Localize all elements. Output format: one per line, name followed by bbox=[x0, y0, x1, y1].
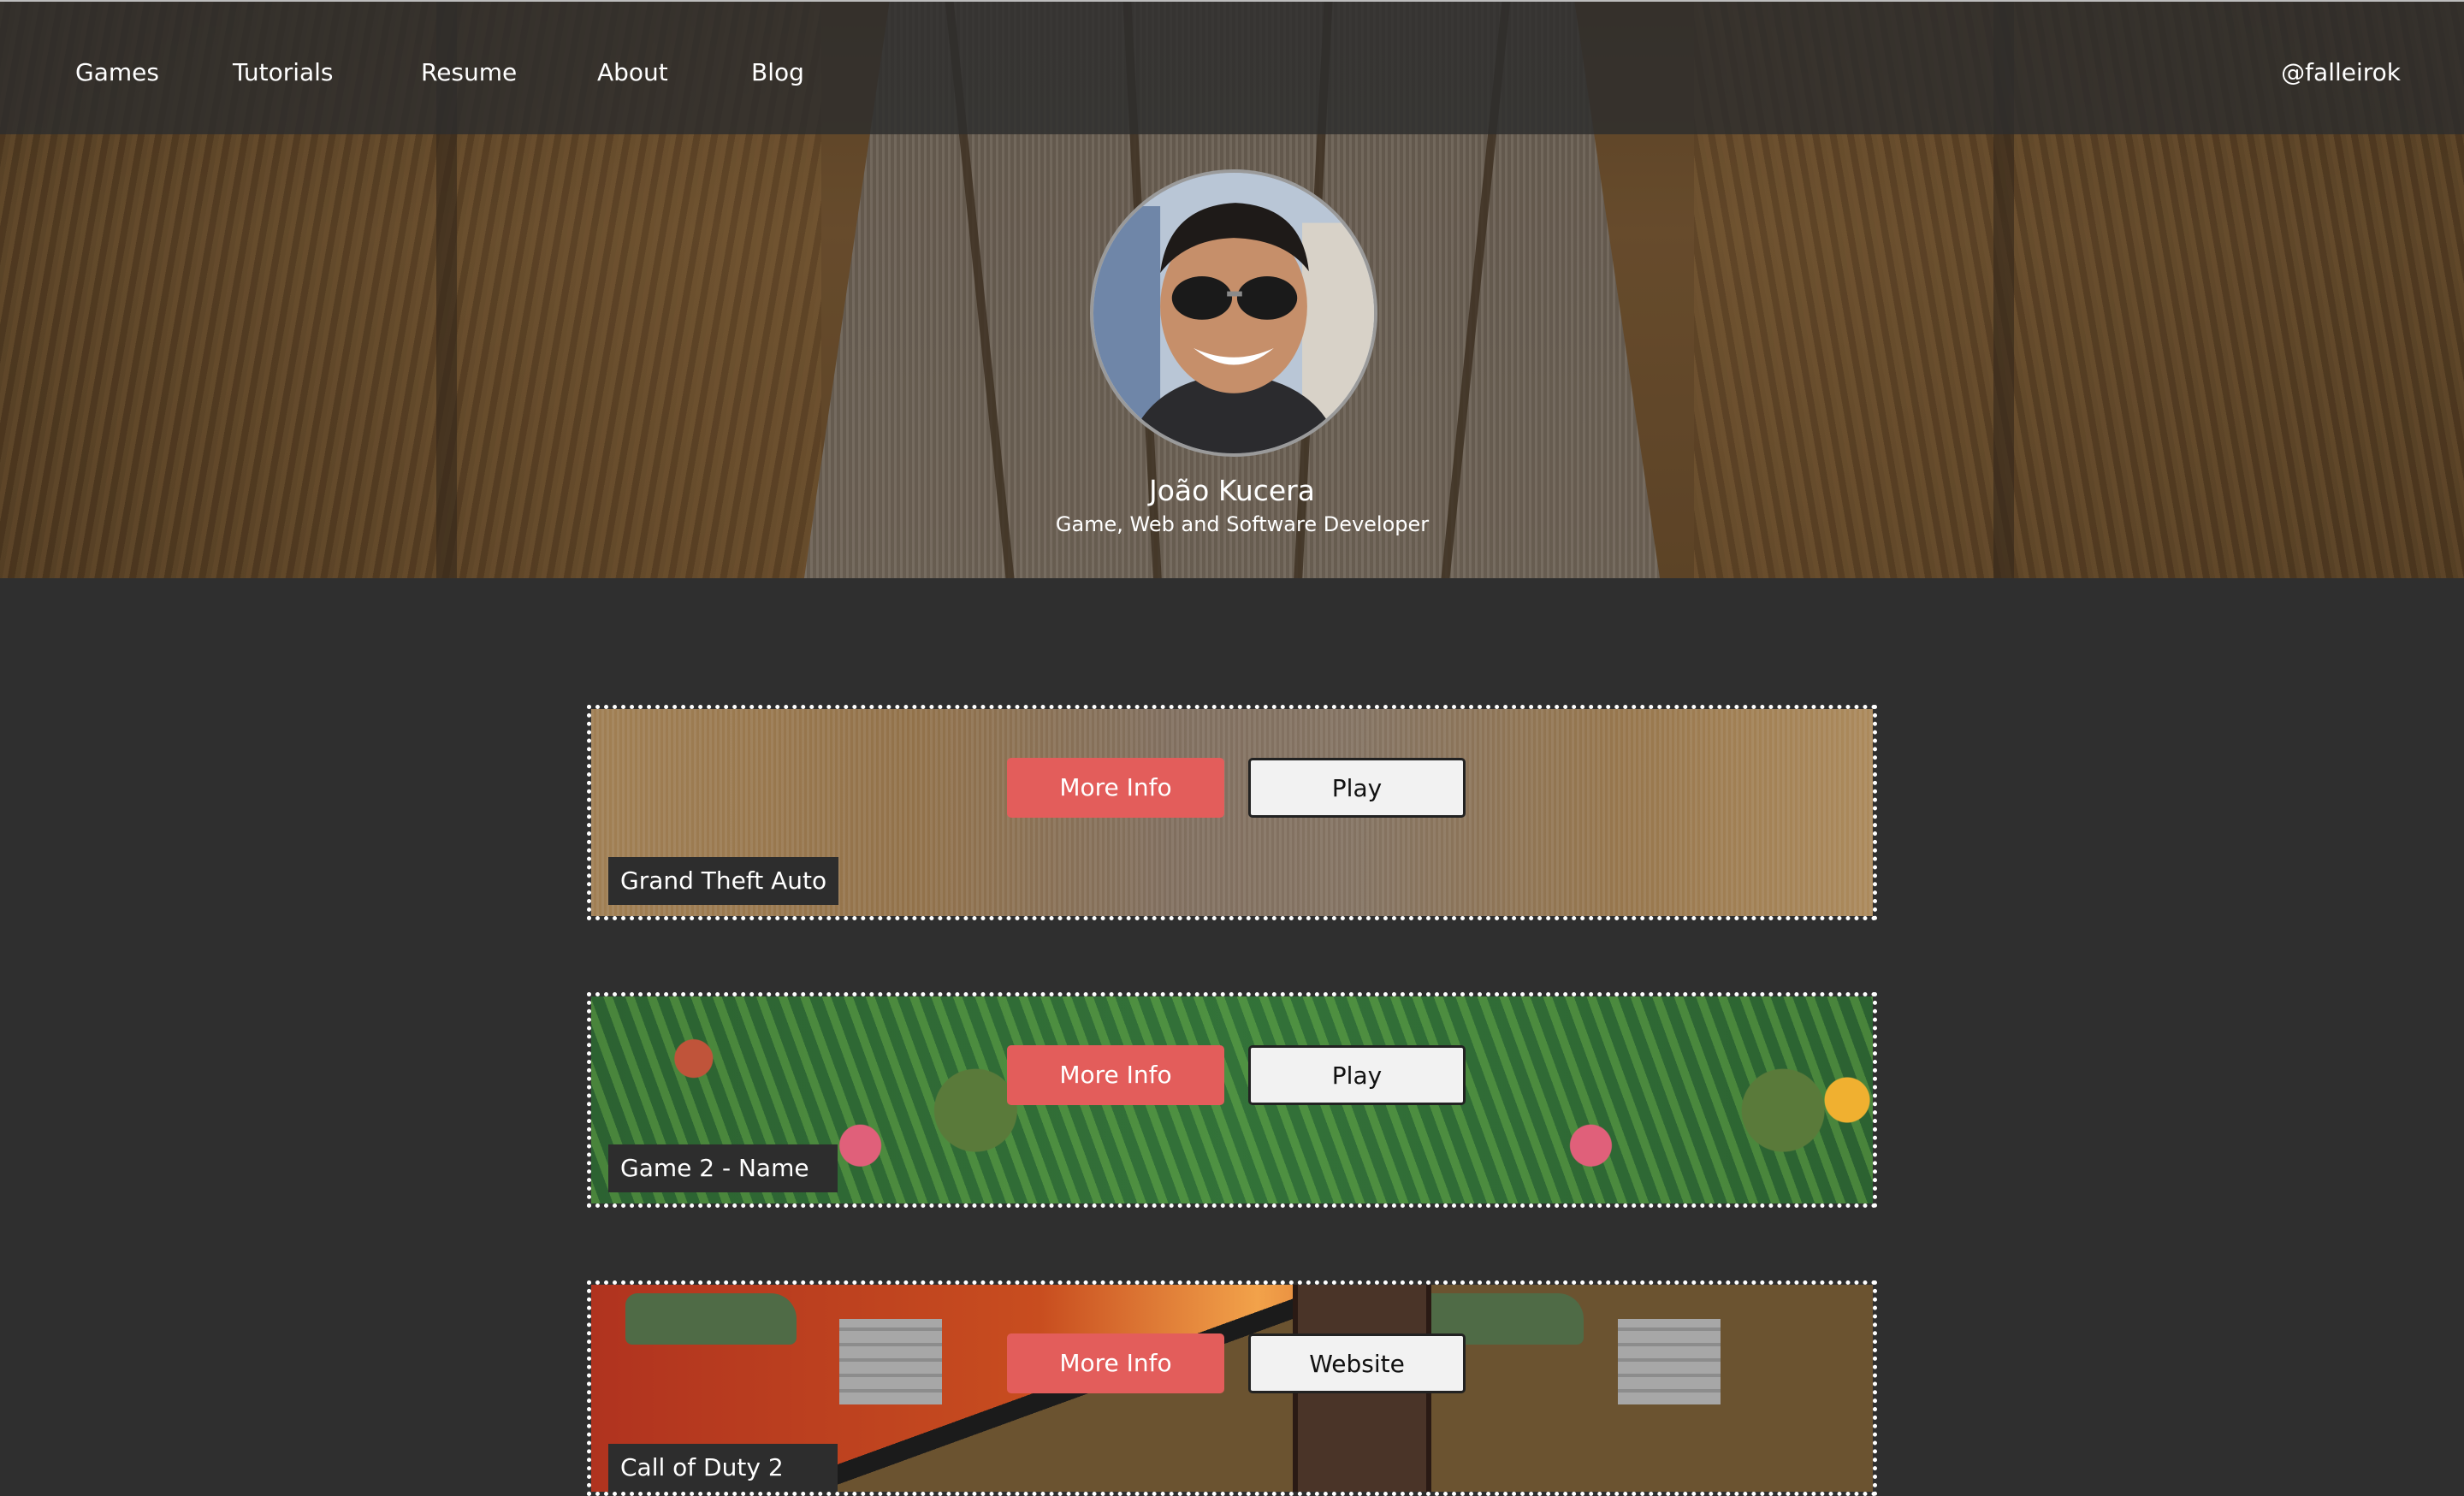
nav-item-tutorials[interactable]: Tutorials bbox=[233, 58, 334, 87]
twitter-handle-link[interactable]: @falleirok bbox=[2281, 58, 2401, 87]
profile-name: João Kucera bbox=[1149, 474, 1315, 507]
more-info-button[interactable]: More Info bbox=[1007, 1045, 1224, 1105]
nav-item-resume[interactable]: Resume bbox=[421, 58, 517, 87]
game-title: Grand Theft Auto bbox=[608, 857, 839, 905]
game-card: More Info Website Call of Duty 2 bbox=[587, 1280, 1877, 1496]
avatar-portrait-icon bbox=[1093, 173, 1374, 453]
nav-item-blog[interactable]: Blog bbox=[751, 58, 804, 87]
game-title: Call of Duty 2 bbox=[608, 1444, 838, 1492]
play-button[interactable]: Play bbox=[1248, 1045, 1466, 1105]
car-illustration bbox=[625, 1293, 797, 1345]
play-button[interactable]: Play bbox=[1248, 758, 1466, 818]
website-button[interactable]: Website bbox=[1248, 1333, 1466, 1393]
avatar bbox=[1090, 169, 1377, 457]
game-card: More Info Play Grand Theft Auto bbox=[587, 705, 1877, 920]
game-card: More Info Play Game 2 - Name bbox=[587, 992, 1877, 1208]
nav-item-about[interactable]: About bbox=[597, 58, 668, 87]
stairs-illustration bbox=[839, 1319, 942, 1404]
top-navigation-bar: Games Tutorials Resume About Blog @falle… bbox=[0, 0, 2464, 134]
more-info-button[interactable]: More Info bbox=[1007, 1333, 1224, 1393]
hero-banner: João Kucera Game, Web and Software Devel… bbox=[0, 0, 2464, 578]
game-title: Game 2 - Name bbox=[608, 1144, 838, 1192]
nav-item-games[interactable]: Games bbox=[75, 58, 159, 87]
profile-role: Game, Web and Software Developer bbox=[1055, 512, 1430, 536]
stairs-illustration bbox=[1618, 1319, 1721, 1404]
more-info-button[interactable]: More Info bbox=[1007, 758, 1224, 818]
